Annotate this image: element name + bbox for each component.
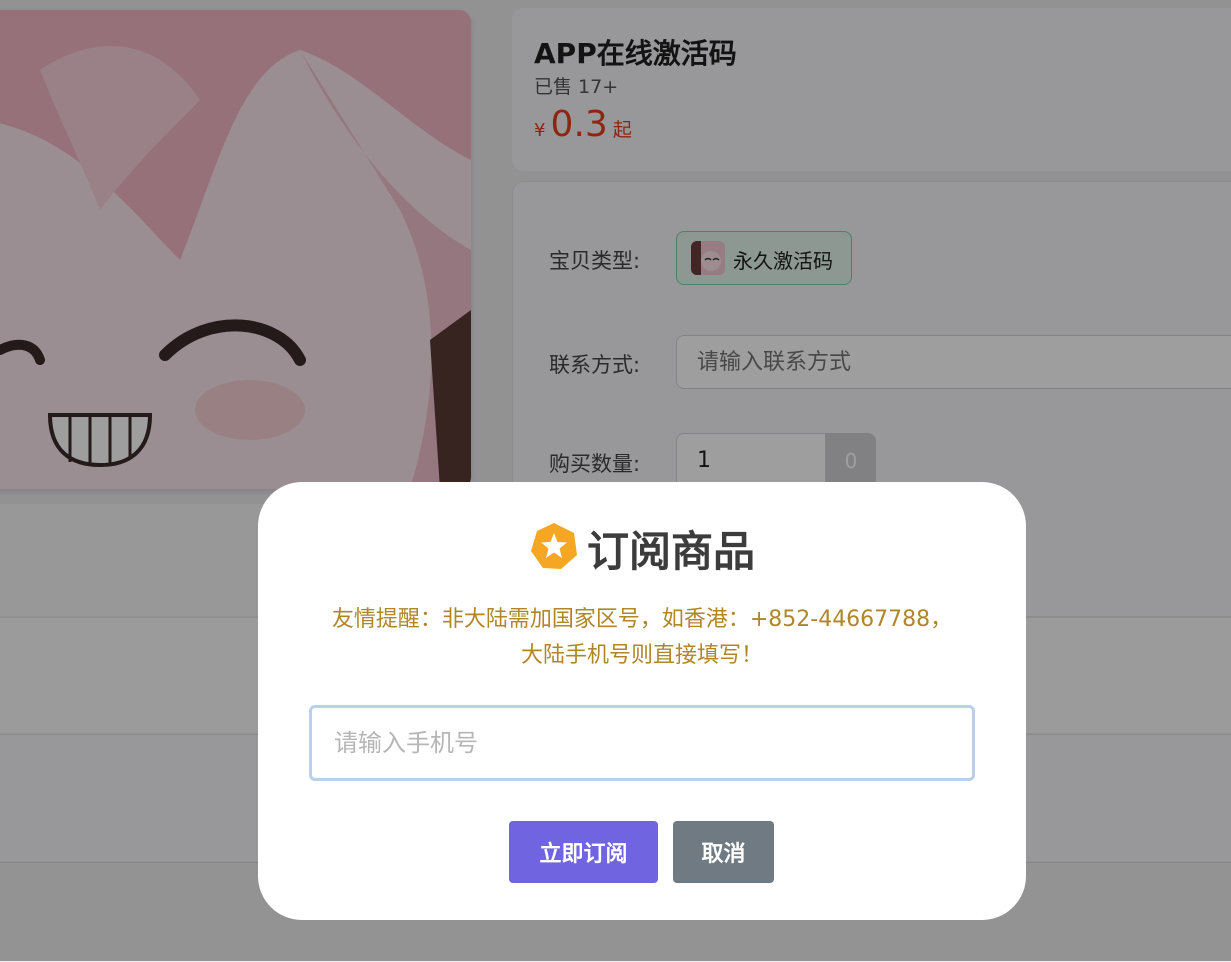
cancel-button[interactable]: 取消 xyxy=(673,821,774,883)
phone-input[interactable] xyxy=(309,705,975,781)
subscribe-modal: 订阅商品 友情提醒：非大陆需加国家区号，如香港：+852-44667788， 大… xyxy=(258,482,1026,920)
notice-line: 友情提醒：非大陆需加国家区号，如香港：+852-44667788， xyxy=(331,607,953,632)
star-badge-icon xyxy=(529,521,579,575)
notice-line: 大陆手机号则直接填写！ xyxy=(520,643,763,668)
modal-title: 订阅商品 xyxy=(586,526,755,576)
notice-text: 友情提醒：非大陆需加国家区号，如香港：+852-44667788， 大陆手机号则… xyxy=(298,602,986,674)
modal-header: 订阅商品 xyxy=(258,518,1026,578)
subscribe-button[interactable]: 立即订阅 xyxy=(509,821,658,883)
